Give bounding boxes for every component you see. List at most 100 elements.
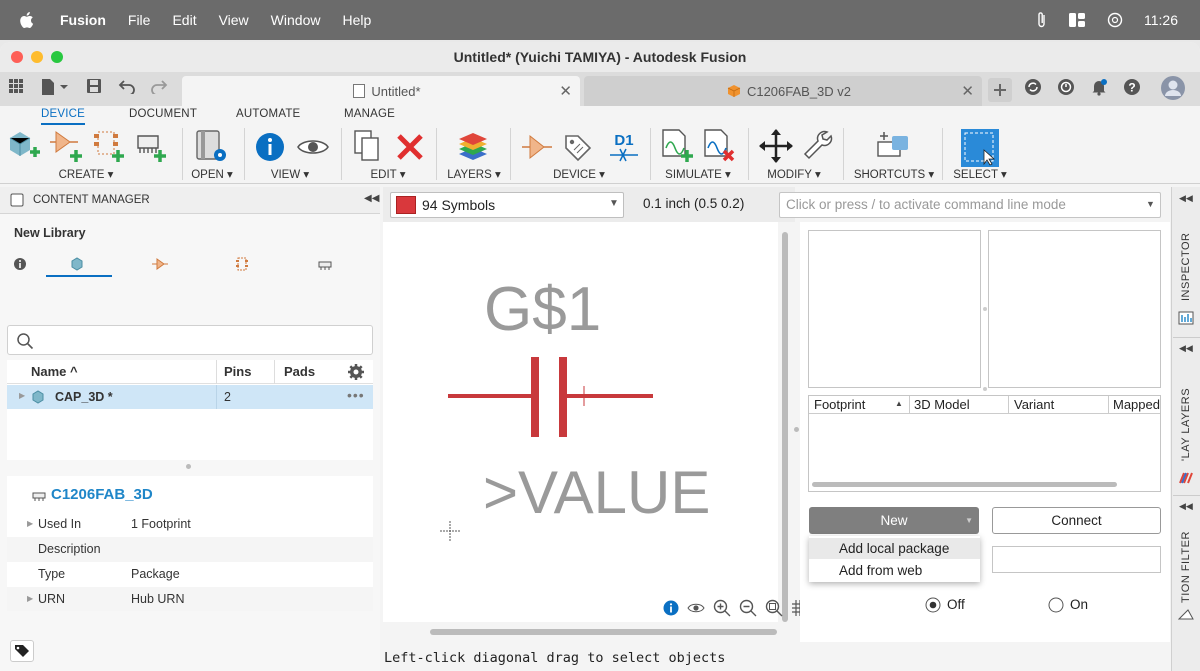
info-filter-icon[interactable]: [13, 257, 27, 271]
close-tab-icon[interactable]: ✕: [961, 82, 974, 100]
splitter-handle[interactable]: [983, 387, 987, 391]
view-group-label[interactable]: VIEW ▾: [262, 167, 318, 181]
paperclip-icon[interactable]: [1036, 11, 1048, 29]
sort-ascending-icon[interactable]: ▲: [895, 399, 903, 408]
menu-window[interactable]: Window: [271, 12, 321, 28]
symbol-filter-icon[interactable]: [152, 257, 168, 271]
info-icon[interactable]: [663, 600, 679, 616]
col-pins-header[interactable]: Pins: [224, 364, 251, 379]
name-d1-icon[interactable]: D1: [607, 130, 641, 164]
new-tab-button[interactable]: [988, 78, 1012, 102]
simulate-group-label[interactable]: SIMULATE ▾: [660, 167, 736, 181]
zoom-fit-icon[interactable]: [765, 599, 783, 617]
panel-toggle-icon[interactable]: [10, 193, 24, 207]
minimize-window-button[interactable]: [31, 51, 43, 63]
open-library-button[interactable]: [194, 128, 230, 164]
user-avatar[interactable]: [1160, 75, 1186, 101]
capacitor-symbol[interactable]: [443, 352, 658, 442]
select-group-label[interactable]: SELECT ▾: [952, 167, 1008, 181]
chatgpt-icon[interactable]: [1106, 11, 1124, 29]
undo-icon[interactable]: [118, 78, 136, 94]
connect-button[interactable]: Connect: [992, 507, 1161, 534]
zoom-out-icon[interactable]: [739, 599, 757, 617]
col-pads-header[interactable]: Pads: [284, 364, 315, 379]
col-mapped-header[interactable]: Mapped: [1113, 397, 1160, 412]
open-group-label[interactable]: OPEN ▾: [186, 167, 238, 181]
info-icon[interactable]: [255, 132, 285, 162]
move-icon[interactable]: [759, 128, 793, 164]
menu-file[interactable]: File: [128, 12, 151, 28]
tab-device[interactable]: DEVICE: [41, 108, 86, 125]
menu-edit[interactable]: Edit: [172, 12, 196, 28]
tab-display-layers[interactable]: 'LAY LAYERS: [1180, 363, 1192, 461]
schematic-canvas[interactable]: G$1 >VALUE: [383, 222, 778, 622]
apps-grid-icon[interactable]: [8, 78, 24, 94]
layers-icon[interactable]: [1178, 471, 1194, 485]
tab-untitled[interactable]: Untitled* ✕: [182, 76, 580, 106]
collapse-panel-icon[interactable]: ◀◀: [364, 193, 379, 204]
window-select-icon[interactable]: [960, 128, 1000, 168]
horizontal-scrollbar[interactable]: [430, 629, 777, 635]
table-row[interactable]: ▶ CAP_3D * 2 •••: [7, 385, 373, 409]
sync-icon[interactable]: [1024, 78, 1042, 96]
prefix-input[interactable]: [992, 546, 1161, 573]
add-simulation-model-icon[interactable]: [661, 128, 695, 164]
redo-icon[interactable]: [150, 78, 168, 94]
tab-document[interactable]: DOCUMENT: [129, 108, 197, 120]
col-footprint-header[interactable]: Footprint: [814, 397, 865, 412]
close-tab-icon[interactable]: ✕: [559, 82, 572, 100]
tab-inspector[interactable]: INSPECTOR: [1180, 215, 1192, 301]
job-status-icon[interactable]: [1057, 78, 1075, 96]
expand-panel-icon[interactable]: ◀◀: [1179, 343, 1193, 354]
new-button[interactable]: New ▼: [809, 507, 979, 534]
menu-view[interactable]: View: [219, 12, 249, 28]
tab-automate[interactable]: AUTOMATE: [236, 108, 300, 120]
window-layout-icon[interactable]: [1068, 12, 1086, 28]
apple-icon[interactable]: [18, 11, 40, 29]
content-manager-header[interactable]: CONTENT MANAGER ◀◀: [0, 187, 380, 214]
layers-icon[interactable]: [455, 128, 491, 164]
help-icon[interactable]: ?: [1123, 78, 1141, 96]
create-package-button[interactable]: [134, 128, 168, 164]
notifications-icon[interactable]: [1090, 78, 1108, 96]
inspector-icon[interactable]: [1178, 311, 1194, 325]
tab-c1206fab[interactable]: C1206FAB_3D v2 ✕: [584, 76, 982, 106]
vertical-scrollbar[interactable]: [782, 232, 788, 622]
footprint-filter-icon[interactable]: [235, 257, 249, 271]
expand-icon[interactable]: ▶: [27, 519, 33, 528]
copy-icon[interactable]: [352, 128, 382, 164]
tag-button[interactable]: [10, 640, 34, 662]
edit-group-label[interactable]: EDIT ▾: [358, 167, 418, 181]
package-filter-icon[interactable]: [317, 257, 333, 271]
detail-row-used-in[interactable]: ▶ Used In 1 Footprint: [7, 512, 373, 537]
device-group-label[interactable]: DEVICE ▾: [548, 167, 610, 181]
close-window-button[interactable]: [11, 51, 23, 63]
chevron-down-icon[interactable]: ▼: [1146, 199, 1155, 209]
create-footprint-button[interactable]: [92, 128, 126, 164]
command-line-input[interactable]: Click or press / to activate command lin…: [779, 192, 1161, 218]
expand-row-icon[interactable]: ▶: [19, 391, 25, 400]
remove-simulation-model-icon[interactable]: [703, 128, 737, 164]
layers-group-label[interactable]: LAYERS ▾: [444, 167, 504, 181]
shortcuts-group-label[interactable]: SHORTCUTS ▾: [852, 167, 936, 181]
menu-item-add-from-web[interactable]: Add from web: [809, 560, 980, 581]
expand-icon[interactable]: ▶: [27, 594, 33, 603]
modify-group-label[interactable]: MODIFY ▾: [762, 167, 826, 181]
chevron-down-icon[interactable]: ▼: [965, 507, 973, 534]
splitter-handle[interactable]: [794, 427, 799, 432]
splitter-handle[interactable]: [186, 464, 191, 469]
visibility-eye-icon[interactable]: [687, 602, 705, 614]
create-symbol-button[interactable]: [50, 128, 84, 164]
menu-item-add-local-package[interactable]: Add local package: [809, 538, 980, 559]
filter-icon[interactable]: [1178, 607, 1194, 621]
tab-selection-filter[interactable]: TION FILTER: [1180, 523, 1192, 603]
shortcuts-icon[interactable]: [876, 128, 910, 164]
device-symbol-icon[interactable]: [520, 132, 554, 162]
col-name-header[interactable]: Name ^: [31, 364, 78, 379]
zoom-window-button[interactable]: [51, 51, 63, 63]
visibility-eye-icon[interactable]: [296, 136, 330, 158]
file-menu-icon[interactable]: [40, 78, 68, 96]
symbols-dropdown[interactable]: 94 Symbols ▼: [390, 192, 624, 218]
detail-row-urn[interactable]: ▶ URN Hub URN: [7, 587, 373, 611]
attribute-tag-icon[interactable]: [562, 132, 594, 164]
